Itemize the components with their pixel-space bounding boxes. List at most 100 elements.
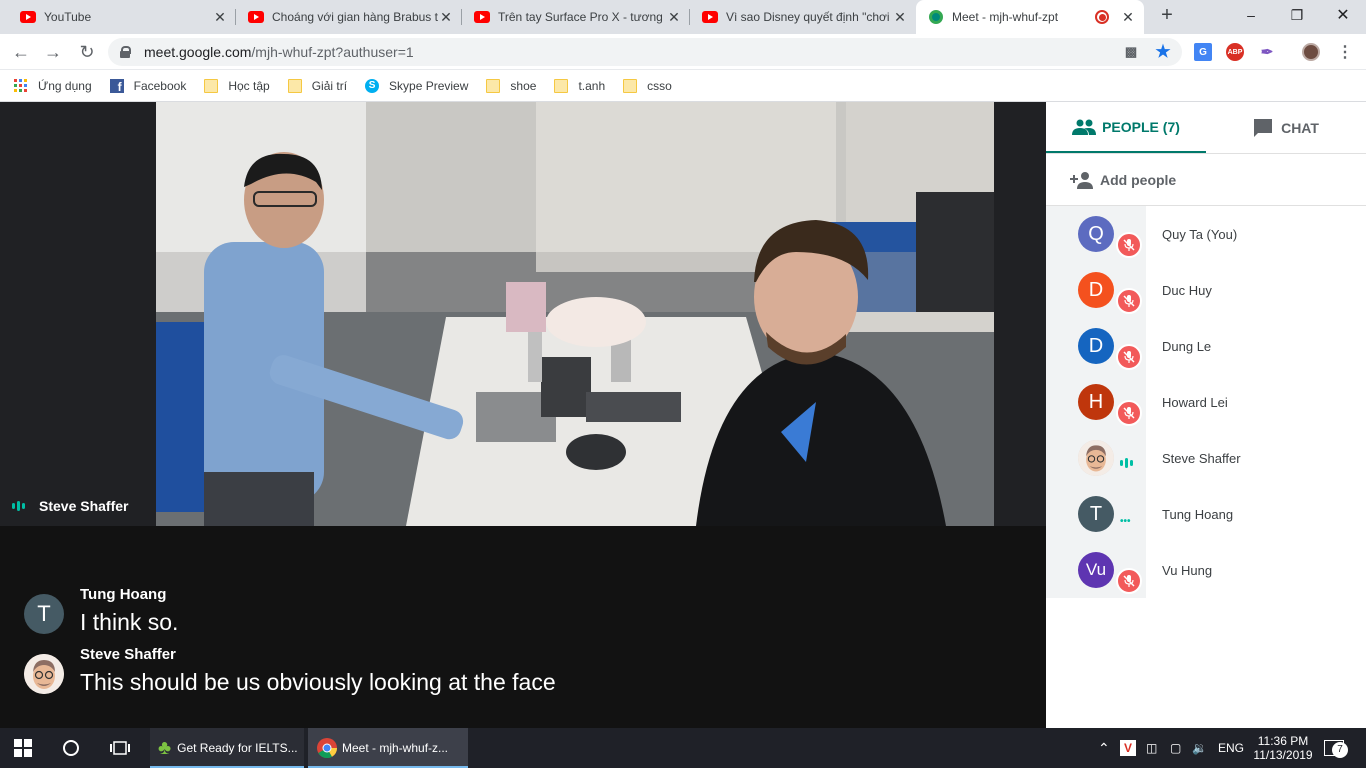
bookmark-folder-hoc-tap[interactable]: Học tập — [204, 78, 270, 93]
participant-name: Quy Ta (You) — [1162, 226, 1238, 242]
bookmark-label: shoe — [510, 78, 537, 93]
mic-off-icon — [1116, 568, 1142, 594]
browser-tab-brabus[interactable]: Choáng với gian hàng Brabus t ✕ — [236, 0, 462, 34]
bookmark-facebook[interactable]: f Facebook — [109, 78, 186, 94]
youtube-icon — [474, 9, 490, 25]
close-icon[interactable]: ✕ — [666, 9, 682, 26]
clock-time: 11:36 PM — [1257, 734, 1309, 748]
participant-name: Vu Hung — [1162, 562, 1213, 578]
tab-chat[interactable]: CHAT — [1206, 102, 1366, 153]
tab-strip: YouTube ✕ Choáng với gian hàng Brabus t … — [0, 0, 1366, 34]
close-icon[interactable]: ✕ — [438, 9, 454, 26]
add-people-button[interactable]: Add people — [1046, 154, 1366, 206]
participant-name: Tung Hoang — [1162, 506, 1234, 522]
browser-tab-meet[interactable]: Meet - mjh-whuf-zpt ✕ — [916, 0, 1144, 34]
participant-row[interactable]: Q Quy Ta (You) — [1046, 206, 1366, 262]
more-dots-icon: ••• — [1120, 516, 1131, 527]
participant-row[interactable]: H Howard Lei — [1046, 374, 1366, 430]
browser-tab-youtube[interactable]: YouTube ✕ — [8, 0, 236, 34]
avatar: T — [1078, 496, 1114, 532]
close-window-button[interactable]: ✕ — [1320, 0, 1366, 30]
bookmark-folder-giai-tri[interactable]: Giải trí — [287, 78, 347, 93]
notification-center-icon[interactable]: 7 — [1324, 728, 1348, 768]
participant-row[interactable]: Vu Vu Hung — [1046, 542, 1366, 598]
clock-date: 11/13/2019 — [1253, 748, 1313, 762]
participant-row[interactable]: D Duc Huy — [1046, 262, 1366, 318]
caption-speaker: Tung Hoang — [80, 586, 167, 603]
close-icon[interactable]: ✕ — [212, 9, 228, 26]
forward-button[interactable]: → — [40, 40, 66, 64]
translate-icon[interactable]: G — [1194, 43, 1212, 61]
camera-icon[interactable]: ▩ — [1122, 43, 1140, 61]
pen-icon[interactable]: ✒ — [1258, 43, 1276, 61]
restore-button[interactable]: ❐ — [1274, 0, 1320, 30]
chevron-up-icon[interactable]: ⌃ — [1098, 728, 1110, 768]
panel-tabs: PEOPLE (7) CHAT — [1046, 102, 1366, 154]
close-icon[interactable]: ✕ — [892, 9, 908, 26]
bookmark-folder-shoe[interactable]: shoe — [486, 78, 537, 93]
add-person-icon — [1070, 171, 1093, 189]
main-video-feed[interactable] — [156, 102, 994, 526]
participant-name: Duc Huy — [1162, 282, 1212, 298]
close-icon[interactable]: ✕ — [1120, 9, 1136, 26]
url-host: meet.google.com — [144, 44, 252, 60]
participant-row[interactable]: D Dung Le — [1046, 318, 1366, 374]
network-icon[interactable]: ▢ — [1170, 728, 1181, 768]
recording-icon — [1094, 9, 1110, 25]
folder-icon — [486, 78, 501, 93]
back-button[interactable]: ← — [8, 40, 34, 64]
address-bar[interactable]: meet.google.com/mjh-whuf-zpt?authuser=1 — [108, 38, 1182, 66]
star-icon[interactable]: ★ — [1154, 42, 1172, 61]
avatar — [1078, 440, 1114, 476]
meeting-stage: Steve Shaffer T Tung Hoang I think so. S… — [0, 102, 1046, 728]
add-people-label: Add people — [1100, 171, 1177, 188]
participant-row[interactable]: Steve Shaffer — [1046, 430, 1366, 486]
caption-text: This should be us obviously looking at t… — [80, 669, 556, 695]
browser-tab-disney[interactable]: Vì sao Disney quyết định "chơi ✕ — [690, 0, 916, 34]
battery-icon[interactable]: ◫ — [1146, 728, 1157, 768]
adblock-icon[interactable]: ABP — [1226, 43, 1244, 61]
caption-entry: Steve Shaffer This should be us obviousl… — [24, 646, 556, 696]
language-indicator[interactable]: ENG — [1218, 728, 1244, 768]
tab-people[interactable]: PEOPLE (7) — [1046, 102, 1206, 153]
chat-icon — [1254, 118, 1273, 137]
vivaldi-tray-icon[interactable]: V — [1120, 728, 1136, 768]
new-tab-button[interactable]: + — [1144, 0, 1190, 30]
video-frame — [156, 102, 994, 526]
taskbar-app-chrome[interactable]: Meet - mjh-whuf-z... — [308, 728, 468, 768]
search-icon[interactable] — [62, 728, 80, 768]
bookmark-label: t.anh — [578, 78, 606, 93]
bookmark-label: Học tập — [228, 78, 270, 93]
menu-icon[interactable]: ⋮ — [1336, 43, 1354, 61]
windows-start-icon[interactable] — [14, 728, 36, 768]
chrome-icon — [317, 738, 338, 759]
taskbar-app-label: Meet - mjh-whuf-z... — [342, 741, 449, 755]
task-view-icon[interactable] — [110, 728, 130, 768]
folder-icon — [554, 78, 569, 93]
windows-taskbar: ♣ Get Ready for IELTS... Meet - mjh-whuf… — [0, 728, 1366, 768]
apps-grid-icon — [14, 78, 27, 92]
youtube-icon — [702, 9, 718, 25]
volume-icon[interactable]: 🔉 — [1192, 728, 1207, 768]
bookmark-folder-tanh[interactable]: t.anh — [554, 78, 606, 93]
notification-count: 7 — [1332, 742, 1348, 758]
tab-title: YouTube — [44, 10, 92, 24]
participant-row[interactable]: T ••• Tung Hoang — [1046, 486, 1366, 542]
audio-level-icon — [12, 501, 27, 511]
browser-tab-surface[interactable]: Trên tay Surface Pro X - tương ✕ — [462, 0, 690, 34]
bookmark-label: csso — [647, 78, 672, 93]
bookmark-skype[interactable]: S Skype Preview — [365, 78, 468, 93]
google-meet-icon — [928, 9, 944, 25]
toolbar: ← → ↻ meet.google.com/mjh-whuf-zpt?authu… — [0, 34, 1366, 70]
profile-avatar[interactable] — [1302, 43, 1320, 61]
avatar: T — [24, 594, 64, 634]
minimize-button[interactable]: – — [1228, 0, 1274, 30]
clock[interactable]: 11:36 PM 11/13/2019 — [1253, 728, 1313, 768]
reload-button[interactable]: ↻ — [74, 40, 100, 64]
bookmark-folder-csso[interactable]: csso — [623, 78, 672, 93]
bookmark-apps[interactable]: Ứng dụng — [14, 78, 92, 93]
avatar: D — [1078, 328, 1114, 364]
taskbar-app-ielts[interactable]: ♣ Get Ready for IELTS... — [150, 728, 304, 768]
lock-icon[interactable] — [120, 46, 131, 58]
clover-app-icon: ♣ — [158, 736, 172, 759]
